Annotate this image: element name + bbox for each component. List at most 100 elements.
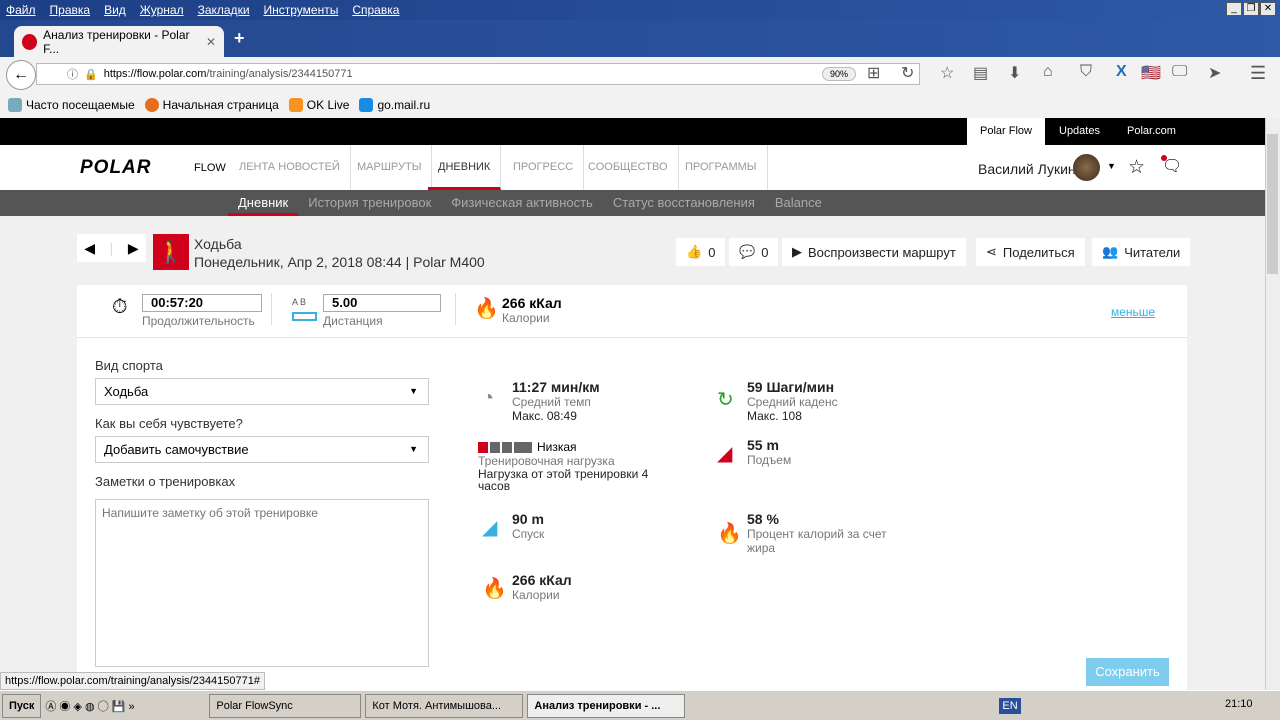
bookmark-most-visited[interactable]: Часто посещаемые — [8, 98, 135, 112]
nav-programs[interactable]: ПРОГРАММЫ — [675, 145, 768, 190]
send-icon[interactable]: ➤ — [1208, 63, 1221, 83]
stat-cadence: ↻ 59 Шаги/мин Средний каденс Макс. 108 — [717, 379, 838, 423]
pace-max: Макс. 08:49 — [512, 409, 577, 423]
nav-routes[interactable]: МАРШРУТЫ — [347, 145, 433, 190]
prev-arrow-icon[interactable]: ◀ — [84, 240, 95, 257]
training-load-meter — [478, 441, 532, 453]
dropdown-arrow-icon: ▼ — [409, 386, 418, 396]
tab-title: Анализ тренировки - Polar F... — [43, 27, 190, 56]
hamburger-menu-icon[interactable]: ☰ — [1250, 63, 1266, 84]
walking-icon: 🚶 — [153, 234, 189, 270]
duration-input[interactable]: 00:57:20 — [142, 294, 262, 312]
subnav-balance[interactable]: Balance — [765, 190, 832, 216]
notes-textarea[interactable] — [95, 499, 429, 667]
readers-button[interactable]: 👥 Читатели — [1092, 238, 1191, 266]
subnav-activity[interactable]: Физическая активность — [441, 190, 603, 216]
taskbar-item-opera[interactable]: Кот Мотя. Антимышова... — [365, 693, 524, 718]
bookmark-start-page[interactable]: Начальная страница — [144, 98, 279, 112]
sub-navigation: Дневник История тренировок Физическая ак… — [0, 190, 1265, 216]
load-segment — [490, 441, 500, 453]
nav-progress[interactable]: ПРОГРЕСС — [503, 145, 585, 190]
link-polar-flow[interactable]: Polar Flow — [967, 118, 1045, 145]
window-controls: _ ❐ ✕ — [1226, 2, 1276, 16]
menu-bookmarks[interactable]: Закладки — [198, 3, 250, 17]
notifications-icon[interactable]: 🗨 — [1161, 155, 1182, 176]
polar-favicon-icon — [22, 33, 38, 50]
start-button[interactable]: Пуск — [2, 693, 42, 718]
minimize-button[interactable]: _ — [1226, 2, 1242, 16]
pocket-icon[interactable]: ⛉ — [1080, 63, 1092, 81]
reading-list-icon[interactable]: ▤ — [973, 63, 988, 83]
restore-button[interactable]: ❐ — [1243, 2, 1259, 16]
less-link[interactable]: меньше — [1111, 305, 1155, 319]
close-tab-icon[interactable]: ✕ — [206, 35, 216, 49]
fat-label: Процент калорий за счет жира — [747, 527, 887, 555]
nav-community[interactable]: СООБЩЕСТВО — [578, 145, 679, 190]
browser-tab[interactable]: Анализ тренировки - Polar F... ✕ — [14, 26, 224, 57]
menu-history[interactable]: Журнал — [140, 3, 184, 17]
save-button[interactable]: Сохранить — [1086, 658, 1169, 686]
menu-help[interactable]: Справка — [352, 3, 399, 17]
menu-tools[interactable]: Инструменты — [264, 3, 339, 17]
share-icon: ⋖ — [986, 244, 997, 259]
replay-route-button[interactable]: ▶ Воспроизвести маршрут — [782, 238, 966, 266]
subnav-diary[interactable]: Дневник — [228, 190, 299, 216]
load-value: Низкая — [537, 440, 577, 454]
language-indicator[interactable]: EN — [999, 697, 1021, 714]
subnav-recovery[interactable]: Статус восстановления — [603, 190, 765, 216]
lock-icon: 🔒 — [84, 68, 98, 81]
cal-label: Калории — [512, 588, 560, 602]
replay-label: Воспроизвести маршрут — [808, 244, 956, 260]
url-bar[interactable]: ⓘ 🔒 https://flow.polar.com/training/anal… — [36, 63, 920, 85]
cal-value: 266 кКал — [512, 572, 572, 588]
info-icon[interactable]: ⓘ — [67, 66, 78, 82]
home-icon[interactable]: ⌂ — [1043, 63, 1053, 81]
menu-file[interactable]: Файл — [6, 3, 36, 17]
feeling-select[interactable]: Добавить самочувствие ▼ — [95, 436, 429, 463]
next-arrow-icon[interactable]: ▶ — [128, 240, 139, 257]
screen-icon[interactable]: 🖵 — [1172, 63, 1187, 81]
grid-icon[interactable]: ⊞ — [867, 63, 880, 83]
x-extension-icon[interactable]: X — [1116, 63, 1127, 81]
link-polar-com[interactable]: Polar.com — [1113, 118, 1190, 145]
ascent-label: Подъем — [747, 453, 792, 467]
flame-icon: 🔥 — [474, 298, 499, 320]
share-button[interactable]: ⋖ Поделиться — [976, 238, 1085, 266]
training-pager: ◀ | ▶ — [77, 234, 146, 262]
bookmark-ok-live[interactable]: OK Live — [288, 98, 349, 112]
taskbar-item-flowsync[interactable]: Polar FlowSync — [209, 693, 362, 718]
cadence-label: Средний каденс — [747, 395, 838, 409]
zoom-level[interactable]: 90% — [822, 67, 856, 81]
new-tab-button[interactable]: + — [234, 28, 245, 49]
subnav-history[interactable]: История тренировок — [298, 190, 441, 216]
sport-select[interactable]: Ходьба ▼ — [95, 378, 429, 405]
like-button[interactable]: 👍 0 — [676, 238, 726, 266]
training-date: Понедельник, Апр 2, 2018 08:44 | Polar M… — [194, 254, 485, 270]
link-updates[interactable]: Updates — [1045, 118, 1114, 145]
chevron-down-icon[interactable]: ▼ — [1107, 161, 1116, 171]
download-icon[interactable]: ⬇ — [1008, 63, 1021, 83]
distance-input[interactable]: 5.00 — [323, 294, 441, 312]
back-button[interactable]: ← — [6, 60, 36, 90]
polar-logo[interactable]: POLAR — [80, 157, 152, 179]
close-button[interactable]: ✕ — [1260, 2, 1276, 16]
fat-value: 58 % — [747, 511, 779, 527]
user-name[interactable]: Василий Лукин — [978, 161, 1076, 177]
bookmark-go-mail[interactable]: go.mail.ru — [359, 98, 430, 112]
stat-calories: 🔥 266 кКал Калории — [482, 572, 572, 602]
speedometer-icon: ◔ — [482, 387, 495, 409]
bookmark-star-icon[interactable]: ☆ — [940, 63, 954, 83]
quick-launch-icons[interactable]: Ⓐ ◉ ◈ ◍ ◯ 💾 » — [45, 698, 205, 714]
menu-edit[interactable]: Правка — [50, 3, 91, 17]
reload-icon[interactable]: ↻ — [901, 63, 914, 83]
nav-feed[interactable]: ЛЕНТА НОВОСТЕЙ — [229, 145, 351, 190]
scrollbar-thumb[interactable] — [1267, 134, 1278, 274]
favorites-star-icon[interactable]: ☆ — [1128, 156, 1145, 179]
avatar[interactable] — [1073, 154, 1100, 181]
flag-icon[interactable]: 🇺🇸 — [1141, 63, 1161, 83]
taskbar-item-firefox[interactable]: Анализ тренировки - ... — [527, 693, 686, 718]
menu-view[interactable]: Вид — [104, 3, 126, 17]
comment-button[interactable]: 💬 0 — [729, 238, 779, 266]
nav-diary[interactable]: ДНЕВНИК — [428, 145, 502, 190]
duration-label: Продолжительность — [142, 314, 255, 328]
